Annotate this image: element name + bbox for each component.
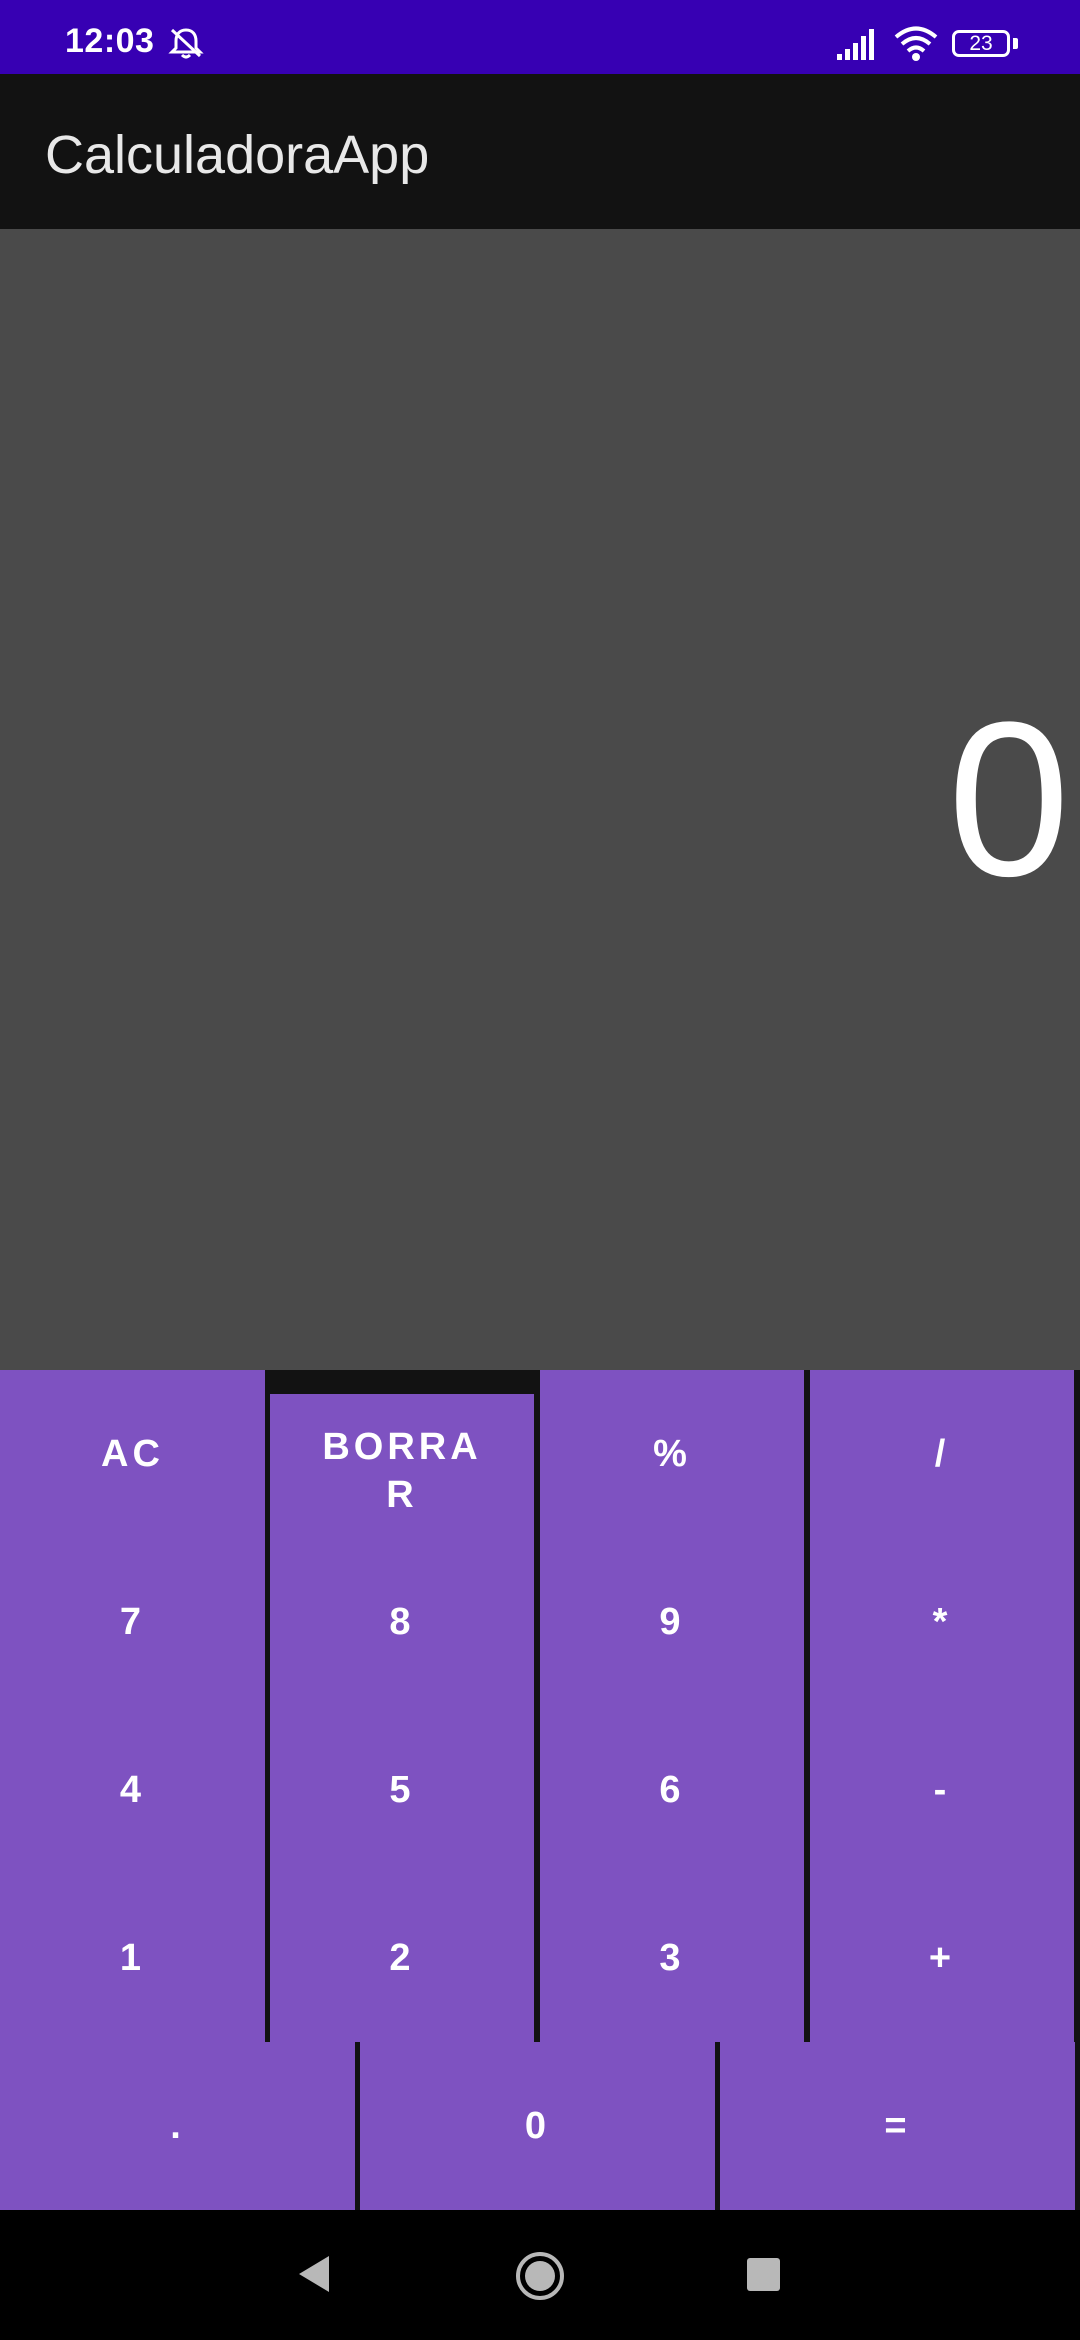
battery-tip xyxy=(1013,38,1018,49)
decimal-button[interactable]: . xyxy=(0,2042,355,2210)
digit-9-label: 9 xyxy=(659,1600,685,1643)
percent-button[interactable]: % xyxy=(540,1370,804,1538)
subtract-button-label: - xyxy=(933,1768,951,1811)
calculator-display: 0 xyxy=(0,229,1080,1370)
digit-4-label: 4 xyxy=(119,1768,146,1811)
status-bar: 12:03 23 xyxy=(0,0,1080,74)
ac-button-label: AC xyxy=(101,1432,164,1475)
divide-button[interactable]: / xyxy=(810,1370,1074,1538)
battery-level: 23 xyxy=(969,32,993,55)
digit-5-label: 5 xyxy=(389,1768,415,1811)
digit-8-button[interactable]: 8 xyxy=(270,1538,534,1706)
percent-button-label: % xyxy=(653,1432,691,1475)
status-time: 12:03 xyxy=(65,22,155,60)
digit-2-button[interactable]: 2 xyxy=(270,1874,534,2042)
battery-icon: 23 xyxy=(952,30,1010,57)
digit-2-label: 2 xyxy=(389,1936,415,1979)
app-title: CalculadoraApp xyxy=(45,125,430,185)
multiply-button-label: * xyxy=(932,1600,952,1643)
display-value: 0 xyxy=(947,676,1070,922)
digit-0-button[interactable]: 0 xyxy=(360,2042,715,2210)
wifi-icon xyxy=(893,24,939,69)
subtract-button[interactable]: - xyxy=(810,1706,1074,1874)
digit-6-label: 6 xyxy=(659,1768,685,1811)
add-button-label: + xyxy=(928,1936,956,1979)
delete-button[interactable]: BORRA R xyxy=(270,1394,534,1538)
divide-button-label: / xyxy=(934,1432,950,1475)
digit-4-button[interactable]: 4 xyxy=(0,1706,265,1874)
add-button[interactable]: + xyxy=(810,1874,1074,2042)
digit-8-label: 8 xyxy=(389,1600,415,1643)
home-icon[interactable] xyxy=(514,2250,566,2307)
ac-button[interactable]: AC xyxy=(0,1370,265,1538)
digit-1-button[interactable]: 1 xyxy=(0,1874,265,2042)
signal-icon xyxy=(835,26,879,67)
digit-3-label: 3 xyxy=(659,1936,685,1979)
delete-button-label: BORRA R xyxy=(322,1426,482,1516)
digit-7-button[interactable]: 7 xyxy=(0,1538,265,1706)
bell-off-icon xyxy=(168,26,204,65)
multiply-button[interactable]: * xyxy=(810,1538,1074,1706)
equals-button-label: = xyxy=(884,2104,911,2147)
back-icon[interactable] xyxy=(295,2252,333,2301)
keypad: AC BORRA R % / 7 8 9 * 4 5 6 - 1 2 3 + .… xyxy=(0,1370,1080,2210)
navigation-bar xyxy=(0,2210,1080,2340)
digit-0-label: 0 xyxy=(524,2104,551,2147)
digit-7-label: 7 xyxy=(119,1600,146,1643)
digit-1-label: 1 xyxy=(119,1936,146,1979)
decimal-button-label: . xyxy=(170,2104,185,2147)
digit-9-button[interactable]: 9 xyxy=(540,1538,804,1706)
digit-3-button[interactable]: 3 xyxy=(540,1874,804,2042)
recents-icon[interactable] xyxy=(747,2258,780,2291)
digit-6-button[interactable]: 6 xyxy=(540,1706,804,1874)
equals-button[interactable]: = xyxy=(720,2042,1075,2210)
digit-5-button[interactable]: 5 xyxy=(270,1706,534,1874)
app-bar: CalculadoraApp xyxy=(0,74,1080,229)
